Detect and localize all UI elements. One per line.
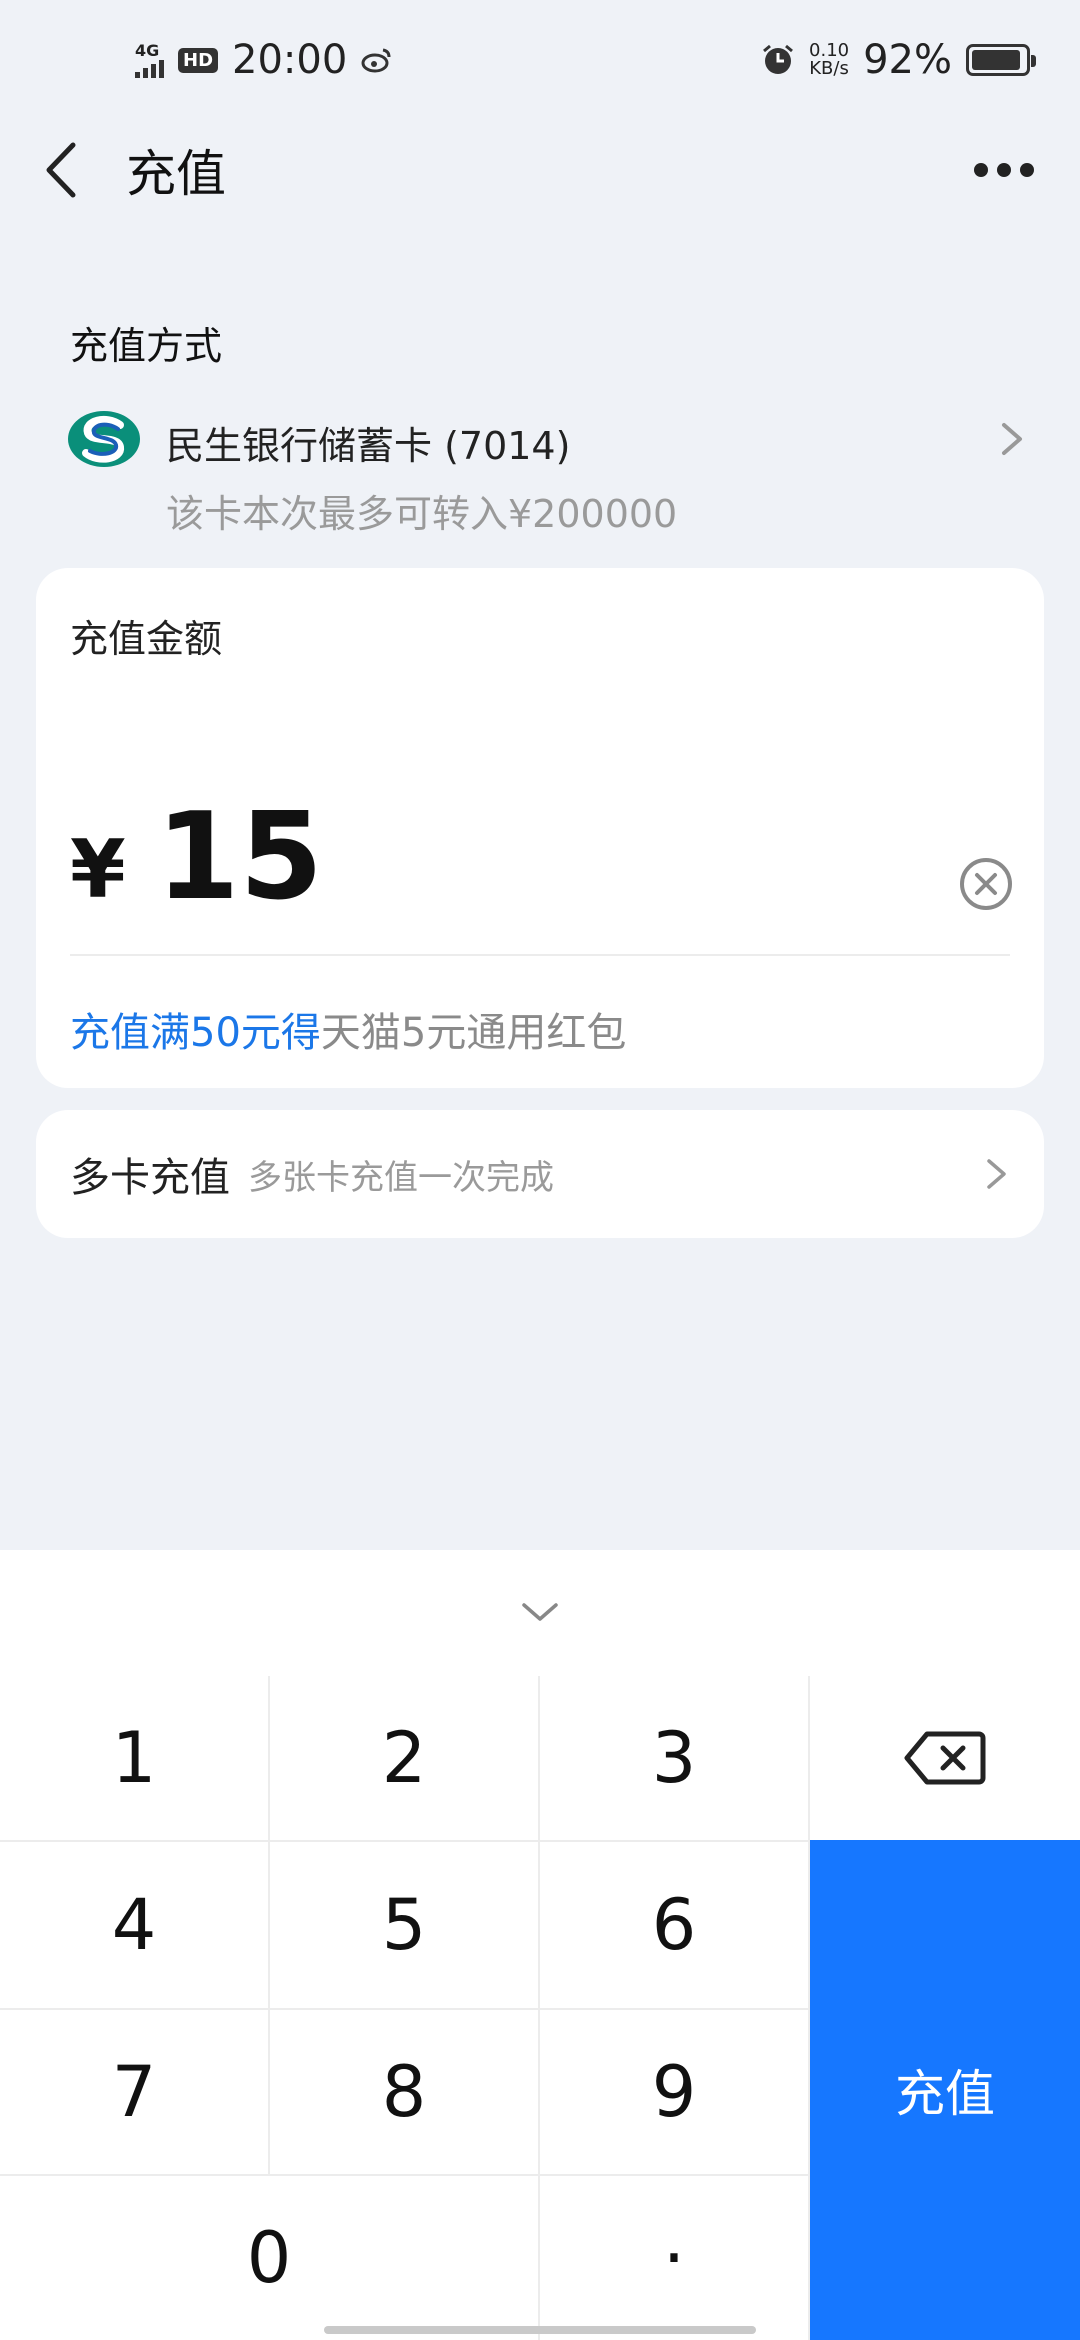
minsheng-bank-logo-icon [68, 411, 140, 467]
chevron-right-icon [987, 1159, 1006, 1189]
backspace-icon [904, 1731, 986, 1785]
signal-bars-icon [135, 60, 164, 78]
key-7[interactable]: 7 [0, 2010, 268, 2174]
clear-icon[interactable] [958, 856, 1014, 912]
key-3[interactable]: 3 [540, 1676, 808, 1840]
amount-input[interactable]: 15 [156, 788, 323, 927]
bank-card-selector[interactable]: 民生银行储蓄卡 (7014) 该卡本次最多可转入¥200000 [66, 405, 1046, 536]
status-bar: 4G HD 20:00 0.10 KB/s 92% [0, 0, 1080, 120]
currency-symbol: ¥ [70, 823, 126, 916]
transfer-limit: 该卡本次最多可转入¥200000 [166, 492, 678, 536]
alarm-icon [763, 44, 793, 74]
net-speed-unit: KB/s [809, 58, 849, 79]
amount-card: 充值金额 ¥ 15 充值满50元得天猫5元通用红包 [36, 568, 1044, 1088]
weibo-icon [361, 48, 391, 73]
status-right: 0.10 KB/s 92% [761, 37, 1036, 83]
network-type: 4G [135, 41, 160, 60]
page-title: 充值 [126, 145, 226, 203]
clock: 20:00 [232, 37, 348, 83]
bank-name: 民生银行储蓄卡 (7014) [166, 424, 571, 468]
battery-icon [966, 44, 1036, 76]
header: 充值 [0, 120, 1080, 220]
net-speed: 0.10 KB/s [809, 42, 849, 78]
key-6[interactable]: 6 [540, 1842, 808, 2008]
divider [70, 954, 1010, 956]
chevron-down-icon[interactable] [520, 1601, 560, 1625]
key-4[interactable]: 4 [0, 1842, 268, 2008]
signal-indicator: 4G [135, 42, 164, 78]
key-5[interactable]: 5 [270, 1842, 538, 2008]
multi-card-subtitle: 多张卡充值一次完成 [248, 1157, 554, 1198]
key-1[interactable]: 1 [0, 1676, 268, 1840]
amount-label: 充值金额 [70, 617, 223, 661]
promo-rest: 天猫5元通用红包 [320, 1010, 627, 1056]
battery-percent: 92% [863, 37, 952, 83]
key-9[interactable]: 9 [540, 2010, 808, 2174]
promo-highlight: 充值满50元得 [70, 1010, 321, 1056]
multi-card-title: 多卡充值 [70, 1155, 230, 1201]
home-indicator[interactable] [324, 2326, 756, 2334]
chevron-right-icon [1002, 423, 1022, 455]
back-icon[interactable] [36, 140, 84, 200]
keyboard-collapse-bar[interactable] [0, 1550, 1080, 1676]
key-decimal[interactable]: · [540, 2176, 808, 2340]
status-left: 4G HD 20:00 [135, 37, 393, 83]
key-8[interactable]: 8 [270, 2010, 538, 2174]
recharge-submit-button[interactable]: 充值 [810, 1840, 1080, 2340]
more-icon[interactable] [964, 153, 1044, 187]
promo-text: 充值满50元得天猫5元通用红包 [70, 1000, 626, 1058]
backspace-key[interactable] [810, 1676, 1080, 1840]
multi-card-recharge[interactable]: 多卡充值 多张卡充值一次完成 [36, 1110, 1044, 1238]
hd-badge: HD [178, 47, 219, 73]
numeric-keypad: 1 2 3 4 5 6 7 8 9 0 · 充值 [0, 1676, 1080, 2340]
key-0[interactable]: 0 [0, 2176, 538, 2340]
key-2[interactable]: 2 [270, 1676, 538, 1840]
payment-method-title: 充值方式 [70, 324, 223, 368]
